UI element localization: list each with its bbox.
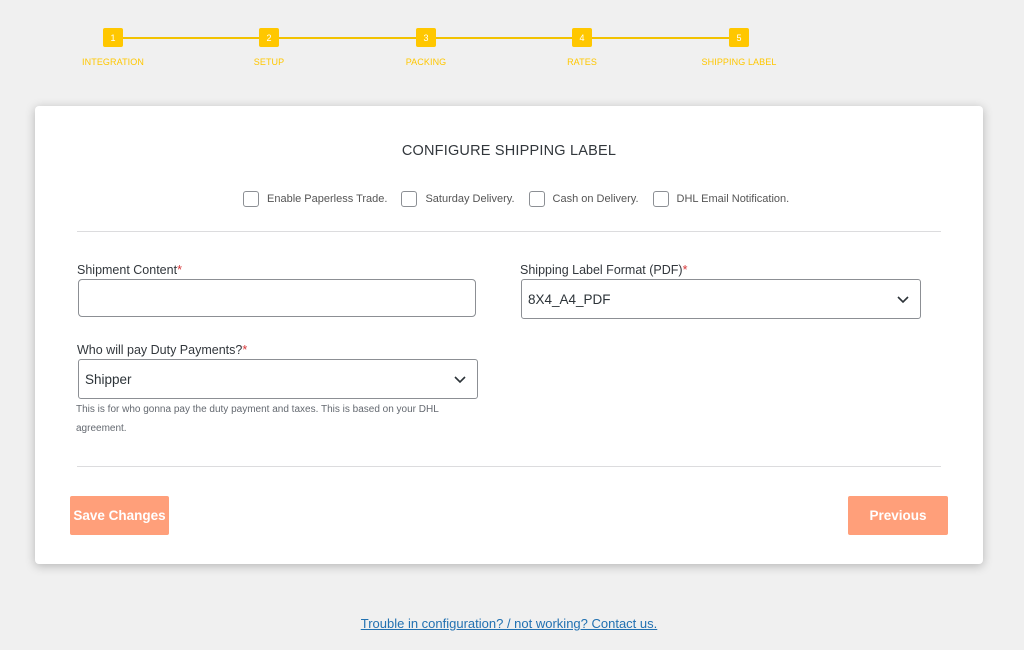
paperless-trade-checkbox[interactable] xyxy=(243,191,259,207)
options-row: Enable Paperless Trade. Saturday Deliver… xyxy=(243,191,803,207)
label-format-selected-value: 8X4_A4_PDF xyxy=(528,291,611,307)
duty-payments-label: Who will pay Duty Payments?* xyxy=(77,343,247,357)
step-2-marker[interactable]: 2 xyxy=(259,28,279,47)
duty-payments-select[interactable]: Shipper xyxy=(78,359,478,399)
required-marker: * xyxy=(682,263,688,277)
step-5-label[interactable]: SHIPPING LABEL xyxy=(702,57,777,67)
duty-payments-help-text: This is for who gonna pay the duty payme… xyxy=(76,404,439,434)
cash-on-delivery-label: Cash on Delivery. xyxy=(552,193,639,205)
previous-button[interactable]: Previous xyxy=(848,496,948,535)
saturday-delivery-option[interactable]: Saturday Delivery. xyxy=(401,191,515,207)
label-format-select[interactable]: 8X4_A4_PDF xyxy=(521,279,921,319)
cash-on-delivery-checkbox[interactable] xyxy=(528,191,545,207)
label-format-label: Shipping Label Format (PDF)* xyxy=(520,263,687,277)
top-divider xyxy=(77,231,941,232)
card-title: CONFIGURE SHIPPING LABEL xyxy=(401,143,617,159)
bottom-divider xyxy=(77,466,941,467)
chevron-down-icon xyxy=(897,296,909,304)
paperless-trade-option[interactable]: Enable Paperless Trade. xyxy=(243,191,387,207)
step-2-label[interactable]: SETUP xyxy=(254,57,285,67)
step-3-marker[interactable]: 3 xyxy=(416,28,436,47)
required-marker: * xyxy=(177,263,182,277)
cash-on-delivery-option[interactable]: Cash on Delivery. xyxy=(528,191,639,207)
save-changes-button[interactable]: Save Changes xyxy=(70,496,169,535)
email-notification-option[interactable]: DHL Email Notification. xyxy=(652,191,790,207)
label-format-label-text: Shipping Label Format (PDF) xyxy=(520,263,683,277)
step-3-label[interactable]: PACKING xyxy=(406,57,447,67)
shipment-content-label: Shipment Content* xyxy=(77,263,182,277)
saturday-delivery-checkbox[interactable] xyxy=(401,191,418,207)
step-5-marker[interactable]: 5 xyxy=(729,28,749,47)
paperless-trade-label: Enable Paperless Trade. xyxy=(267,193,388,205)
shipment-content-label-text: Shipment Content xyxy=(77,263,178,277)
shipment-content-input[interactable] xyxy=(78,279,476,317)
saturday-delivery-label: Saturday Delivery. xyxy=(425,193,515,205)
step-4-label[interactable]: RATES xyxy=(567,57,597,67)
duty-payments-label-text: Who will pay Duty Payments? xyxy=(77,343,243,357)
step-1-marker[interactable]: 1 xyxy=(103,28,123,47)
contact-support-link[interactable]: Trouble in configuration? / not working?… xyxy=(0,616,1018,631)
progress-stepper: 1 INTEGRATION 2 SETUP 3 PACKING 4 RATES … xyxy=(0,0,1024,80)
duty-payments-selected-value: Shipper xyxy=(85,371,132,387)
email-notification-checkbox[interactable] xyxy=(652,191,669,207)
step-1-label[interactable]: INTEGRATION xyxy=(82,57,144,67)
chevron-down-icon xyxy=(454,376,466,384)
required-marker: * xyxy=(242,343,248,357)
email-notification-label: DHL Email Notification. xyxy=(676,193,790,205)
step-4-marker[interactable]: 4 xyxy=(572,28,592,47)
shipping-label-card: CONFIGURE SHIPPING LABEL Enable Paperles… xyxy=(35,106,983,564)
